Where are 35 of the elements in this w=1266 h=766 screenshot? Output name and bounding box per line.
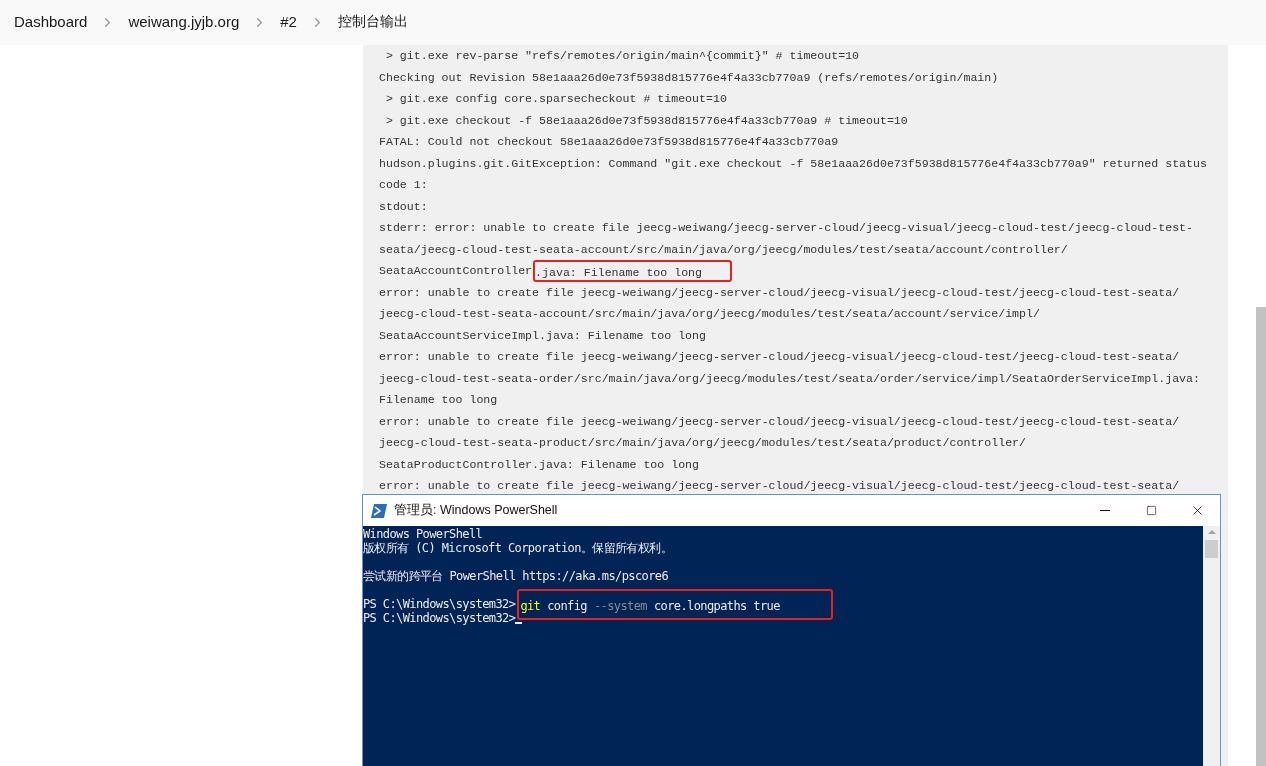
window-title: 管理员: Windows PowerShell	[394, 502, 558, 520]
highlighted-log-text: .java: Filename too long	[533, 260, 733, 282]
log-line: FATAL: Could not checkout 58e1aaa26d0e73f5938d815776e4f4a33cb770a9	[379, 134, 839, 150]
console-output-line: Windows PowerShell	[363, 527, 483, 541]
console-output-line: 版权所有 (C) Microsoft Corporation。保留所有权利。	[363, 541, 673, 555]
console-output-line: 尝试新的跨平台 PowerShell https://aka.ms/pscore6	[363, 569, 669, 583]
log-line: > git.exe config core.sparsecheckout # timeout=10	[384, 91, 727, 107]
log-line: error: unable to create file jeecg-weiwang/jeecg-server-cloud/jeecg-visual/jeecg-cloud-test/jeecg-cloud-test-seata/	[379, 413, 1180, 430]
maximize-icon	[1145, 505, 1157, 516]
log-line: jeecg-cloud-test-seata-order/src/main/java/org/jeecg/modules/test/seata/order/service/impl/SeataOrderServiceImpl.java:	[379, 370, 1200, 387]
log-line: stderr: error: unable to create file jeecg-weiwang/jeecg-server-cloud/jeecg-visual/jeecg-cloud-test/jeecg-cloud-test-	[379, 220, 1193, 236]
powershell-icon	[371, 503, 387, 518]
breadcrumb-link[interactable]: Dashboard	[14, 11, 88, 34]
log-line: hudson.plugins.git.GitException: Command "git.exe checkout -f 58e1aaa26d0e73f5938d815776e4f4a33cb770a9" returned status	[379, 155, 1207, 172]
log-line: > git.exe checkout -f 58e1aaa26d0e73f5938d815776e4f4a33cb770a9 # timeout=10	[384, 112, 908, 129]
log-line: error: unable to create file jeecg-weiwang/jeecg-server-cloud/jeecg-visual/jeecg-cloud-test/jeecg-cloud-test-seata/	[379, 284, 1180, 301]
log-line: > git.exe rev-parse "refs/remotes/origin/main^{commit}" # timeout=10	[384, 48, 860, 64]
log-line: error: unable to create file jeecg-weiwang/jeecg-server-cloud/jeecg-visual/jeecg-cloud-test/jeecg-cloud-test-seata/	[379, 478, 1180, 494]
log-line: jeecg-cloud-test-seata-account/src/main/java/org/jeecg/modules/test/seata/account/service/impl/	[379, 306, 1040, 322]
breadcrumb-link[interactable]: 控制台输出	[337, 12, 408, 33]
prompt-text: PS C:\Windows\system32>	[363, 597, 516, 611]
log-line: jeecg-cloud-test-seata-product/src/main/java/org/jeecg/modules/test/seata/product/controller/	[379, 435, 1027, 451]
log-line: stdout:	[379, 198, 428, 215]
log-line: SeataProductController.java: Filename too long	[379, 456, 700, 473]
breadcrumb-link[interactable]: #2	[280, 11, 297, 34]
log-line: SeataAccountController	[379, 263, 533, 279]
minimize-icon	[1100, 510, 1110, 511]
log-line: code 1:	[379, 177, 428, 193]
log-line: Checking out Revision 58e1aaa26d0e73f5938d815776e4f4a33cb770a9 (refs/remotes/origin/main)	[379, 69, 999, 86]
log-line: SeataAccountServiceImpl.java: Filename too long	[379, 327, 706, 344]
log-line: error: unable to create file jeecg-weiwang/jeecg-server-cloud/jeecg-visual/jeecg-cloud-test/jeecg-cloud-test-seata/	[379, 349, 1180, 365]
log-line: seata/jeecg-cloud-test-seata-account/src/main/java/org/jeecg/modules/test/seata/account/controller/	[379, 241, 1068, 258]
breadcrumb-link[interactable]: weiwang.jyjb.org	[128, 11, 240, 34]
prompt-text: PS C:\Windows\system32>	[363, 611, 516, 625]
log-line: Filename too long	[379, 392, 498, 408]
